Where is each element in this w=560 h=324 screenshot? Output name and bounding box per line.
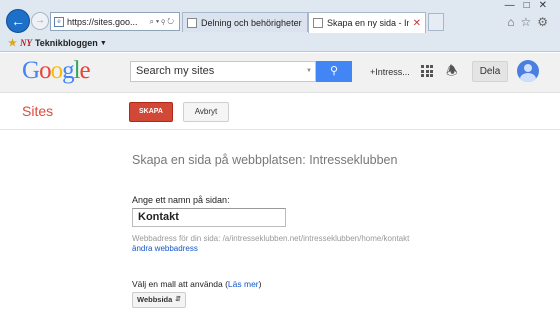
tab-favicon-icon <box>313 18 323 28</box>
search-button[interactable]: ⚲ <box>316 61 352 82</box>
tab-label: Delning och behörigheter - Int... <box>201 17 303 28</box>
search-placeholder: Search my sites <box>136 65 215 77</box>
chevron-down-icon[interactable]: ▼ <box>100 40 107 47</box>
avatar[interactable] <box>517 60 539 82</box>
tab-favicon-icon <box>187 17 197 28</box>
browser-chrome: ← → e https://sites.goo... ⌕▾⚲↻ Delning … <box>0 0 560 52</box>
page-name-label: Ange ett namn på sidan: <box>132 195 230 205</box>
search-input[interactable]: Search my sites ▼ <box>130 61 316 82</box>
apps-grid-icon[interactable] <box>421 65 433 77</box>
tab-sharing[interactable]: Delning och behörigheter - Int... <box>182 12 308 32</box>
read-more-link[interactable]: Läs mer <box>228 279 259 289</box>
window-controls-icon[interactable]: —□✕ <box>505 0 556 11</box>
favorite-teknikbloggen[interactable]: Teknikbloggen <box>35 38 98 48</box>
search-icon: ⚲ <box>329 65 339 77</box>
home-star-gear-icons[interactable]: ⌂☆⚙ <box>507 15 554 29</box>
address-actions-icon[interactable]: ⌕▾⚲↻ <box>149 17 176 27</box>
page-name-field[interactable]: Kontakt <box>132 208 286 227</box>
template-select[interactable]: Webbsida ⇵ <box>132 292 186 308</box>
notifications-bell-icon[interactable]: 🕭 <box>446 62 458 84</box>
address-bar[interactable]: e https://sites.goo... ⌕▾⚲↻ <box>50 12 180 31</box>
share-button[interactable]: Dela <box>472 61 508 82</box>
new-tab-button[interactable] <box>428 13 444 31</box>
address-url[interactable]: https://sites.goo... <box>67 17 149 27</box>
create-page-form: Skapa en sida på webbplatsen: Intressekl… <box>0 131 560 324</box>
create-button[interactable]: SKAPA <box>129 102 173 122</box>
google-logo[interactable]: Google <box>22 57 91 85</box>
tab-create-page[interactable]: Skapa en ny sida - Intressekl... ✕ <box>308 12 426 33</box>
user-profile-link[interactable]: +Intress... <box>370 67 410 77</box>
page-url-text: Webbadress för din sida: /a/intresseklub… <box>132 234 410 243</box>
template-selected-value: Webbsida <box>137 295 173 304</box>
change-url-link[interactable]: ändra webbadress <box>132 244 198 253</box>
cancel-button[interactable]: Avbryt <box>183 102 229 122</box>
forward-arrow-icon[interactable]: → <box>31 12 49 30</box>
favorites-bar: ★ NY Teknikbloggen ▼ <box>0 34 560 52</box>
sites-toolbar: Sites SKAPA Avbryt <box>0 94 560 130</box>
tab-label: Skapa en ny sida - Intressekl... <box>327 18 409 28</box>
google-header: Google Search my sites ▼ ⚲ +Intress... 🕭… <box>0 53 560 93</box>
back-arrow-icon[interactable]: ← <box>6 9 30 33</box>
search-dropdown-icon[interactable]: ▼ <box>306 62 312 81</box>
tab-close-icon[interactable]: ✕ <box>413 18 421 29</box>
sites-title[interactable]: Sites <box>22 103 53 119</box>
favorites-star-icon[interactable]: ★ <box>8 38 17 49</box>
page-favicon-icon: e <box>54 16 64 27</box>
template-label: Välj en mall att använda (Läs mer) <box>132 279 262 289</box>
page-title: Skapa en sida på webbplatsen: Intressekl… <box>132 153 398 167</box>
teknikbloggen-favicon-icon: NY <box>19 38 32 48</box>
select-updown-icon: ⇵ <box>175 296 181 303</box>
